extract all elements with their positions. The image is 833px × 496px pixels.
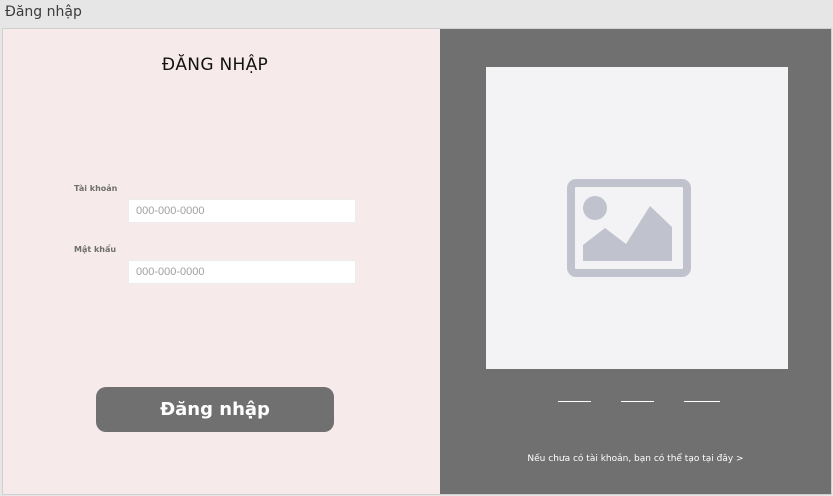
login-button[interactable]: Đăng nhập [96,387,334,432]
page-title: ĐĂNG NHẬP [161,55,269,75]
image-placeholder [486,67,788,369]
window-titlebar: Đăng nhập [0,0,833,28]
password-input[interactable] [128,260,356,284]
signup-link[interactable]: Nếu chưa có tài khoản, bạn có thể tạo tạ… [440,454,831,464]
image-placeholder-icon [567,179,691,277]
login-form-panel: ĐĂNG NHẬP Tài khoản Mật khẩu Đăng nhập [3,29,440,494]
carousel-indicator-2[interactable] [621,401,654,402]
username-label: Tài khoản [74,184,118,193]
carousel-indicator-1[interactable] [558,401,591,402]
side-panel: Nếu chưa có tài khoản, bạn có thể tạo tạ… [440,29,831,494]
carousel-indicator-3[interactable] [684,401,720,402]
login-window: ĐĂNG NHẬP Tài khoản Mật khẩu Đăng nhập N… [2,28,832,495]
password-label: Mật khẩu [74,245,117,254]
window-title: Đăng nhập [5,4,82,20]
username-input[interactable] [128,199,356,223]
